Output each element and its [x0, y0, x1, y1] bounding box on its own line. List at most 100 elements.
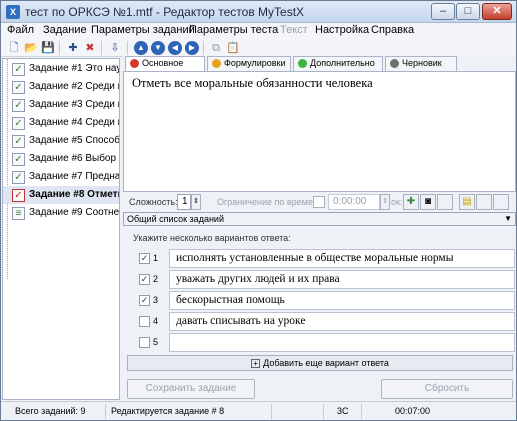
answer-input[interactable]: [169, 333, 515, 352]
question-editor[interactable]: Отметь все моральные обязанности человек…: [123, 71, 516, 192]
menu-settings[interactable]: Настройка: [315, 24, 369, 36]
task-status-icon: ✓: [12, 63, 25, 76]
tab-label: Основное: [142, 58, 184, 68]
tab-main[interactable]: Основное: [125, 56, 205, 71]
task-label: Задание #1 Это наука, к: [29, 63, 120, 74]
task-item-6[interactable]: ✓ Задание #6 Выбор межд: [3, 150, 119, 168]
add-image-icon[interactable]: ✚: [403, 194, 419, 210]
import-icon[interactable]: ⇩: [107, 40, 123, 56]
copy-icon[interactable]: ⧉: [208, 40, 224, 56]
answer-checkbox[interactable]: ✓: [139, 274, 150, 285]
difficulty-input[interactable]: 1: [177, 194, 191, 210]
answer-input[interactable]: бескорыстная помощь: [169, 291, 515, 310]
tab-wordings[interactable]: Формулировки: [207, 56, 291, 71]
nav-prev-icon[interactable]: ◀: [168, 41, 182, 55]
task-status-icon: ✓: [12, 153, 25, 166]
task-list-select-value: Общий список заданий: [127, 214, 224, 224]
answer-checkbox[interactable]: ✓: [139, 253, 150, 264]
menu-bar: Файл Задание Параметры заданий Параметры…: [1, 23, 516, 39]
answers-panel: Укажите несколько вариантов ответа: ✓ 1 …: [123, 227, 516, 401]
tab-label: Черновик: [402, 58, 442, 68]
answer-input[interactable]: давать списывать на уроке: [169, 312, 515, 331]
new-icon[interactable]: 🗋: [6, 40, 22, 56]
save-icon[interactable]: 💾: [40, 40, 56, 56]
time-limit-checkbox[interactable]: [313, 196, 325, 208]
notes-icon[interactable]: ▤: [459, 194, 475, 210]
chevron-down-icon: ▼: [504, 214, 512, 223]
tab-label: Дополнительно: [310, 58, 375, 68]
answer-input[interactable]: уважать других людей и их права: [169, 270, 515, 289]
task-status-icon: ✓: [12, 81, 25, 94]
task-label: Задание #6 Выбор межд: [29, 153, 119, 164]
orange-dot-icon: [212, 59, 221, 68]
status-sum: 3С: [337, 406, 349, 416]
save-task-button[interactable]: Сохранить задание: [127, 379, 255, 399]
question-text[interactable]: Отметь все моральные обязанности человек…: [132, 76, 373, 91]
answer-checkbox[interactable]: [139, 337, 150, 348]
task-status-icon: ✓: [12, 171, 25, 184]
task-list: ✓ Задание #1 Это наука, к ✓ Задание #2 С…: [2, 58, 120, 400]
answer-checkbox[interactable]: [139, 316, 150, 327]
task-label: Задание #9 Соотнеси пр: [29, 207, 120, 218]
close-button[interactable]: ✕: [482, 3, 512, 20]
extra-icon[interactable]: [476, 194, 492, 210]
difficulty-spin-icon[interactable]: ⇕: [191, 194, 201, 210]
menu-task[interactable]: Задание: [43, 24, 87, 36]
task-status-icon: ✓: [12, 117, 25, 130]
answer-input[interactable]: исполнять установленные в обществе морал…: [169, 249, 515, 268]
add-task-icon[interactable]: ✚: [65, 40, 81, 56]
toolbar: 🗋 📂 💾 ✚ ✖ ⇩ ▲ ▼ ◀ ▶ ⧉ 📋: [1, 39, 516, 57]
nav-up-icon[interactable]: ▲: [134, 41, 148, 55]
nav-down-icon[interactable]: ▼: [151, 41, 165, 55]
task-item-8[interactable]: ✓ Задание #8 Отметь в: [3, 186, 119, 204]
task-item-3[interactable]: ✓ Задание #3 Среди понят: [3, 96, 119, 114]
task-item-4[interactable]: ✓ Задание #4 Среди понят: [3, 114, 119, 132]
gray-dot-icon: [390, 59, 399, 68]
maximize-button[interactable]: □: [456, 3, 480, 20]
add-answer-label: Добавить еще вариант ответа: [263, 358, 389, 368]
green-dot-icon: [298, 59, 307, 68]
ok-label: ок:: [391, 197, 403, 207]
red-dot-icon: [130, 59, 139, 68]
plus-icon: +: [251, 359, 261, 369]
answer-number: 4: [153, 316, 159, 326]
answer-number: 5: [153, 337, 159, 347]
time-input[interactable]: 0:00:00: [328, 194, 380, 210]
app-window: X тест по ОРКСЭ №1.mtf - Редактор тестов…: [0, 0, 517, 421]
tab-draft[interactable]: Черновик: [385, 56, 457, 71]
toolbar-separator: [127, 41, 128, 55]
media-icon[interactable]: [437, 194, 453, 210]
answer-row: ✓ 1 исполнять установленные в обществе м…: [137, 249, 515, 268]
toolbar-separator: [203, 41, 204, 55]
time-spin-icon[interactable]: ⇕: [380, 194, 390, 210]
difficulty-label: Сложность:: [129, 197, 178, 207]
tab-additional[interactable]: Дополнительно: [293, 56, 383, 71]
task-list-select[interactable]: Общий список заданий ▼: [123, 212, 516, 226]
task-item-1[interactable]: ✓ Задание #1 Это наука, к: [3, 60, 120, 78]
task-label: Задание #2 Среди понят: [29, 81, 119, 92]
delete-task-icon[interactable]: ✖: [82, 40, 98, 56]
task-item-7[interactable]: ✓ Задание #7 Преднамере: [3, 168, 120, 186]
toolbar-separator: [101, 41, 102, 55]
task-item-5[interactable]: ✓ Задание #5 Способность: [3, 132, 119, 150]
menu-task-params[interactable]: Параметры заданий: [91, 24, 195, 36]
menu-test-params[interactable]: Параметры теста: [189, 24, 278, 36]
reset-button[interactable]: Сбросить: [381, 379, 513, 399]
camera-icon[interactable]: ◙: [420, 194, 436, 210]
extra-icon-2[interactable]: [493, 194, 509, 210]
nav-next-icon[interactable]: ▶: [185, 41, 199, 55]
menu-text[interactable]: Текст: [280, 24, 308, 36]
minimize-button[interactable]: –: [431, 3, 455, 20]
status-separator: [361, 404, 362, 419]
task-item-2[interactable]: ✓ Задание #2 Среди понят: [3, 78, 119, 96]
menu-help[interactable]: Справка: [371, 24, 414, 36]
add-answer-button[interactable]: + Добавить еще вариант ответа: [127, 355, 513, 371]
task-item-9[interactable]: ≡ Задание #9 Соотнеси пр: [3, 204, 120, 222]
answer-checkbox[interactable]: ✓: [139, 295, 150, 306]
task-label: Задание #7 Преднамере: [29, 171, 120, 182]
task-properties: Сложность: 1 ⇕ Ограничение по времени: 0…: [123, 193, 516, 211]
task-label: Задание #4 Среди понят: [29, 117, 119, 128]
menu-file[interactable]: Файл: [7, 24, 34, 36]
paste-icon[interactable]: 📋: [225, 40, 241, 56]
open-icon[interactable]: 📂: [23, 40, 39, 56]
